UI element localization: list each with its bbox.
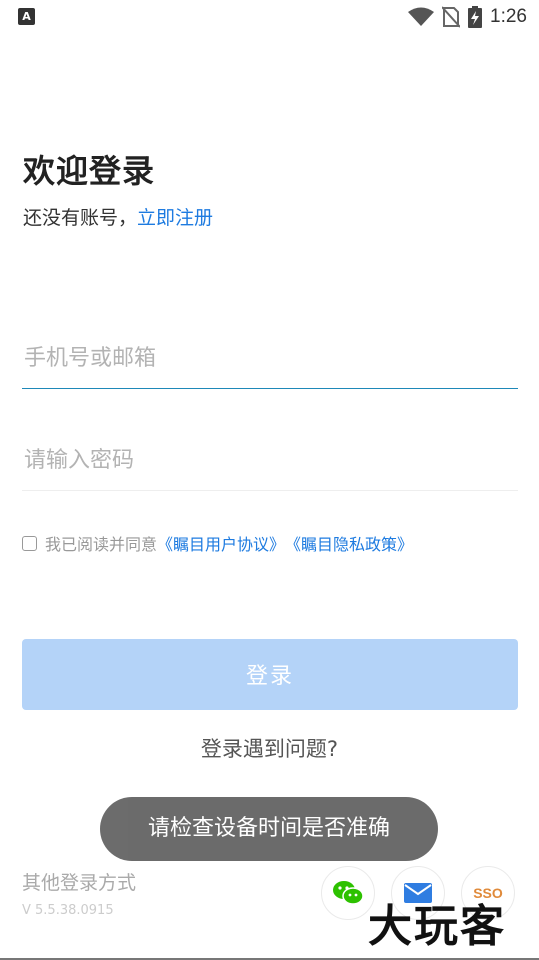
no-sim-icon <box>442 6 461 28</box>
status-time: 1:26 <box>490 6 527 27</box>
wechat-icon <box>333 881 364 905</box>
privacy-policy-link[interactable]: 《瞩目隐私政策》 <box>285 531 413 555</box>
login-trouble-link[interactable]: 登录遇到问题? <box>0 733 539 763</box>
register-prompt-text: 还没有账号， <box>23 207 138 229</box>
other-login-label: 其他登录方式 <box>22 872 137 894</box>
agreement-checkbox[interactable] <box>22 535 37 551</box>
register-link[interactable]: 立即注册 <box>137 207 213 229</box>
watermark-logo: 大玩客 <box>368 901 506 952</box>
version-label: V 5.5.38.0915 <box>22 903 114 918</box>
battery-charging-icon <box>468 6 483 28</box>
status-bar: A 1:26 <box>0 0 539 34</box>
login-button[interactable]: 登录 <box>22 639 518 710</box>
app-notification-icon: A <box>18 8 35 25</box>
toast-message: 请检查设备时间是否准确 <box>100 797 438 861</box>
password-field[interactable] <box>22 430 522 491</box>
user-agreement-link[interactable]: 《瞩目用户协议》 <box>157 531 285 555</box>
register-prompt: 还没有账号，立即注册 <box>23 203 213 230</box>
wechat-login-button[interactable] <box>321 866 375 920</box>
page-title: 欢迎登录 <box>23 152 156 190</box>
wifi-icon <box>408 7 435 26</box>
status-icons: 1:26 <box>408 4 527 30</box>
phone-email-input[interactable] <box>22 328 522 388</box>
password-input[interactable] <box>22 430 522 490</box>
agreement-row: 我已阅读并同意 《瞩目用户协议》 《瞩目隐私政策》 <box>22 532 413 554</box>
phone-email-field[interactable] <box>22 328 522 389</box>
agreement-text: 我已阅读并同意 <box>45 535 158 554</box>
